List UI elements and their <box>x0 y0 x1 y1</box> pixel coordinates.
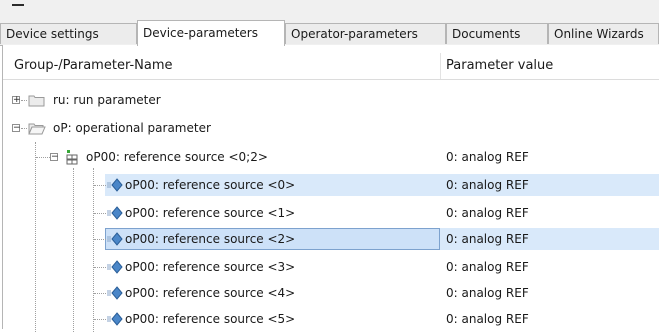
tree-group-operational-parameter[interactable]: − oP: operational parameter <box>3 117 659 139</box>
column-header-name[interactable]: Group-/Parameter-Name <box>14 53 173 79</box>
parameter-icon <box>107 232 123 246</box>
parameter-value[interactable]: 0: analog REF <box>446 308 529 330</box>
parameter-group-icon <box>66 150 78 165</box>
tree-line <box>94 293 106 294</box>
tree-group-label: ru: run parameter <box>53 93 161 107</box>
tree-line <box>94 239 106 240</box>
tree-item-label: oP00: reference source <0> <box>125 178 296 192</box>
tree-parameter-op00[interactable]: − oP00: reference source <0;2> 0: analog… <box>3 146 659 168</box>
parameter-icon <box>107 206 123 220</box>
tree-parameter-label: oP00: reference source <0;2> <box>86 150 268 164</box>
collapse-icon[interactable]: − <box>50 153 59 162</box>
tree-item-label: oP00: reference source <5> <box>125 312 296 326</box>
expand-icon[interactable]: + <box>12 96 21 105</box>
folder-open-icon <box>28 123 46 135</box>
tree-line <box>94 213 106 214</box>
parameter-value[interactable]: 0: analog REF <box>446 146 529 168</box>
tab-documents[interactable]: Documents <box>446 23 548 44</box>
tab-device-settings[interactable]: Device settings <box>0 23 137 44</box>
tab-device-parameters[interactable]: Device-parameters <box>137 20 285 46</box>
tab-bar: Device settings Device-parameters Operat… <box>0 20 659 46</box>
column-header: Group-/Parameter-Name Parameter value <box>3 53 659 80</box>
tree-item-op00-0[interactable]: oP00: reference source <0> 0: analog REF <box>3 174 659 196</box>
parameter-icon <box>107 286 123 300</box>
tree-item-op00-4[interactable]: oP00: reference source <4> 0: analog REF <box>3 282 659 304</box>
column-header-value[interactable]: Parameter value <box>446 53 553 79</box>
tree-line <box>94 185 106 186</box>
tree-item-label: oP00: reference source <4> <box>125 286 296 300</box>
parameter-value[interactable]: 0: analog REF <box>446 202 529 224</box>
parameter-value[interactable]: 0: analog REF <box>446 282 529 304</box>
tab-online-wizards[interactable]: Online Wizards <box>548 23 659 44</box>
tree-line <box>94 319 106 320</box>
parameter-value[interactable]: 0: analog REF <box>446 228 529 250</box>
window-top-strip <box>0 0 659 20</box>
tab-operator-parameters[interactable]: Operator-parameters <box>285 23 446 44</box>
window-edge-artifact <box>12 0 24 6</box>
tree-item-op00-5[interactable]: oP00: reference source <5> 0: analog REF <box>3 308 659 330</box>
tree-item-op00-1[interactable]: oP00: reference source <1> 0: analog REF <box>3 202 659 224</box>
parameter-icon <box>107 178 123 192</box>
tree-item-op00-2[interactable]: oP00: reference source <2> 0: analog REF <box>3 228 659 250</box>
tree-group-run-parameter[interactable]: + ru: run parameter <box>3 89 659 111</box>
tree-group-label: oP: operational parameter <box>53 121 211 135</box>
tree-line <box>21 100 27 101</box>
tree-item-label: oP00: reference source <3> <box>125 260 296 274</box>
parameter-value[interactable]: 0: analog REF <box>446 256 529 278</box>
parameter-icon <box>107 312 123 326</box>
parameter-value[interactable]: 0: analog REF <box>446 174 529 196</box>
tree-item-label: oP00: reference source <2> <box>125 232 296 246</box>
tree-line <box>36 157 50 158</box>
parameter-icon <box>107 260 123 274</box>
tree-line <box>21 128 27 129</box>
collapse-icon[interactable]: − <box>12 124 21 133</box>
column-separator[interactable] <box>440 53 441 79</box>
tree-item-label: oP00: reference source <1> <box>125 206 296 220</box>
parameter-tree-panel: Group-/Parameter-Name Parameter value + … <box>2 45 659 332</box>
tree-line <box>94 267 106 268</box>
folder-icon <box>28 95 45 107</box>
tree-item-op00-3[interactable]: oP00: reference source <3> 0: analog REF <box>3 256 659 278</box>
